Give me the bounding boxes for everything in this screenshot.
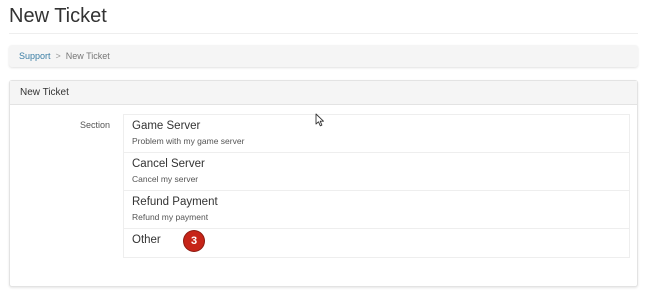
section-label: Section [80, 120, 111, 130]
step-number-badge: 3 [184, 231, 204, 251]
breadcrumb-link-support[interactable]: Support [19, 51, 51, 61]
panel-heading: New Ticket [10, 81, 637, 105]
option-title: Game Server [132, 120, 201, 132]
option-title: Cancel Server [132, 158, 205, 170]
option-cancel-server[interactable]: Cancel Server Cancel my server [124, 153, 629, 191]
option-description: Refund my payment [132, 212, 209, 222]
new-ticket-panel: New Ticket Section Game Server Problem w… [9, 80, 638, 287]
option-description: Problem with my game server [132, 136, 245, 146]
breadcrumb-current: New Ticket [65, 51, 110, 61]
title-divider [9, 33, 638, 34]
mouse-pointer-icon [315, 113, 324, 127]
breadcrumb-separator: > [55, 51, 61, 61]
option-description: Cancel my server [132, 174, 199, 184]
option-title: Refund Payment [132, 196, 218, 208]
page-title: New Ticket [9, 5, 107, 27]
option-refund-payment[interactable]: Refund Payment Refund my payment [124, 191, 629, 229]
option-title: Other [132, 234, 161, 246]
breadcrumb: Support > New Ticket [9, 45, 638, 67]
option-game-server[interactable]: Game Server Problem with my game server [124, 115, 629, 153]
